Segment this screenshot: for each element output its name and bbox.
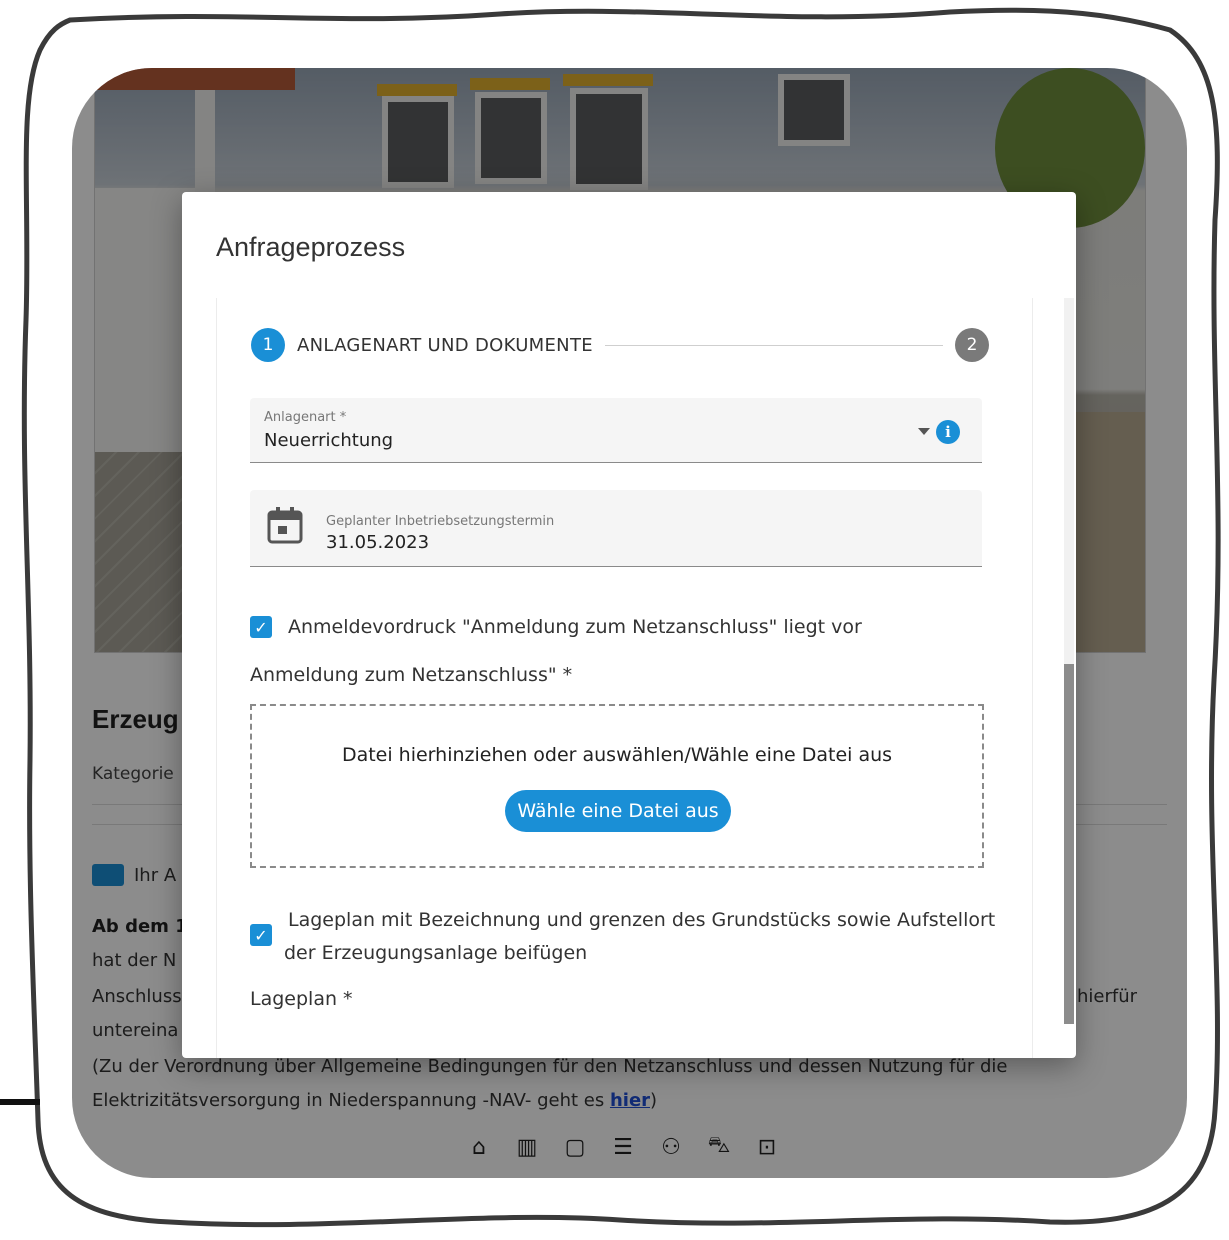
calendar-icon[interactable] bbox=[267, 506, 303, 544]
registration-form-checkbox-label: Anmeldevordruck "Anmeldung zum Netzansch… bbox=[288, 616, 862, 638]
dialog-title: Anfrageprozess bbox=[216, 232, 406, 262]
info-icon[interactable]: i bbox=[936, 420, 960, 444]
upload-1-label: Anmeldung zum Netzanschluss" * bbox=[250, 664, 573, 686]
dialog-scrollbar[interactable] bbox=[1064, 298, 1074, 1024]
site-plan-checkbox[interactable]: ✓ bbox=[250, 924, 272, 946]
step-connector bbox=[604, 344, 943, 346]
site-plan-checkbox-label: Lageplan mit Bezeichnung und grenzen des… bbox=[284, 909, 996, 964]
anlagenart-value: Neuerrichtung bbox=[264, 430, 394, 451]
upload-2-label: Lageplan * bbox=[250, 988, 353, 1010]
chevron-down-icon[interactable] bbox=[918, 428, 930, 435]
app-screen: Erzeug Kategorie Ihr A Ab dem 1. hat der… bbox=[72, 68, 1187, 1178]
file-dropzone[interactable]: Datei hierhinziehen oder auswählen/Wähle… bbox=[250, 704, 984, 868]
step-2-indicator[interactable]: 2 bbox=[955, 328, 989, 362]
request-process-dialog: Anfrageprozess 1 ANLAGENART UND DOKUMENT… bbox=[182, 192, 1076, 1058]
step-1-label: ANLAGENART UND DOKUMENTE bbox=[297, 334, 593, 356]
scrollbar-thumb[interactable] bbox=[1064, 664, 1074, 1024]
step-1-indicator[interactable]: 1 bbox=[251, 328, 285, 362]
dropzone-text: Datei hierhinziehen oder auswählen/Wähle… bbox=[341, 744, 893, 766]
anlagenart-select[interactable]: Anlagenart * Neuerrichtung i bbox=[250, 398, 982, 463]
registration-form-checkbox[interactable]: ✓ bbox=[250, 616, 272, 638]
dialog-body: 1 ANLAGENART UND DOKUMENTE 2 Anlagenart … bbox=[216, 298, 1033, 1058]
stepper: 1 ANLAGENART UND DOKUMENTE 2 bbox=[251, 328, 989, 362]
anlagenart-label: Anlagenart * bbox=[264, 410, 347, 425]
registration-form-checkbox-row[interactable]: ✓ Anmeldevordruck "Anmeldung zum Netzans… bbox=[250, 616, 862, 638]
choose-file-button[interactable]: Wähle eine Datei aus bbox=[505, 790, 731, 832]
commissioning-date-field[interactable]: Geplanter Inbetriebsetzungstermin 31.05.… bbox=[250, 490, 982, 567]
date-value: 31.05.2023 bbox=[326, 532, 430, 553]
date-label: Geplanter Inbetriebsetzungstermin bbox=[326, 514, 555, 529]
site-plan-checkbox-row[interactable]: ✓ Lageplan mit Bezeichnung und grenzen d… bbox=[250, 904, 995, 970]
